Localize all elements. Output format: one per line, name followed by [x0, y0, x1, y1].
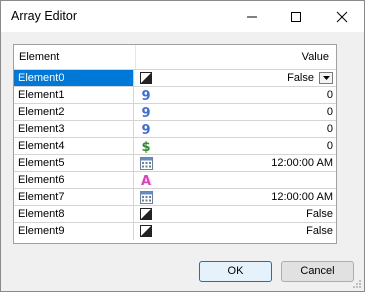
calendar-icon	[139, 156, 153, 170]
row-name-cell[interactable]: Element9	[14, 223, 134, 240]
row-value-cell[interactable]: False	[306, 206, 333, 222]
integer-icon: 9	[139, 105, 153, 119]
property-grid[interactable]: Element Value Element0 False Element1 9 0 Ele…	[13, 44, 337, 244]
grid-row[interactable]: Element4 $0	[14, 137, 336, 155]
grid-row[interactable]: Element9 False	[14, 222, 336, 240]
row-name-cell[interactable]: Element2	[14, 104, 134, 121]
row-value-cell[interactable]: 0	[327, 87, 333, 103]
window-title: Array Editor	[11, 9, 77, 23]
grid-row[interactable]: Element5 12:00:00 AM	[14, 154, 336, 172]
header-divider[interactable]	[135, 45, 136, 69]
row-name-cell[interactable]: Element6	[14, 172, 134, 189]
svg-text:9: 9	[141, 106, 150, 119]
integer-icon: 9	[139, 122, 153, 136]
grid-header: Element Value	[14, 45, 336, 69]
row-value-cell[interactable]: 0	[327, 121, 333, 137]
grid-row[interactable]: Element6 A	[14, 171, 336, 189]
boolean-icon	[139, 207, 153, 221]
close-icon	[336, 11, 348, 22]
maximize-button[interactable]	[274, 1, 318, 32]
svg-text:9: 9	[141, 89, 150, 102]
title-bar: Array Editor	[1, 1, 364, 32]
row-value-cell[interactable]: False	[306, 223, 333, 239]
row-value-cell[interactable]: 0	[327, 138, 333, 154]
resize-grip-icon[interactable]	[352, 279, 362, 289]
header-element: Element	[19, 51, 60, 63]
ok-button[interactable]: OK	[199, 261, 272, 282]
boolean-icon	[139, 71, 153, 85]
dropdown-button[interactable]	[319, 72, 333, 84]
integer-icon: 9	[139, 88, 153, 102]
minimize-button[interactable]	[230, 1, 274, 32]
row-name-cell[interactable]: Element7	[14, 189, 134, 206]
array-editor-window: Array Editor Element Value Element0 False…	[0, 0, 365, 292]
header-value: Value	[301, 51, 329, 63]
calendar-icon	[139, 190, 153, 204]
row-name-cell[interactable]: Element3	[14, 121, 134, 138]
boolean-icon	[139, 224, 153, 238]
svg-text:9: 9	[141, 123, 150, 136]
grid-row[interactable]: Element3 9 0	[14, 120, 336, 138]
grid-row[interactable]: Element2 9 0	[14, 103, 336, 121]
grid-row[interactable]: Element7 12:00:00 AM	[14, 188, 336, 206]
maximize-icon	[291, 11, 301, 22]
cancel-button[interactable]: Cancel	[281, 261, 354, 282]
svg-text:A: A	[141, 174, 151, 187]
string-icon: A	[139, 173, 153, 187]
row-name-cell[interactable]: Element0	[14, 70, 134, 87]
row-value-cell[interactable]: 12:00:00 AM	[271, 189, 333, 205]
row-value-cell[interactable]: 12:00:00 AM	[271, 155, 333, 171]
grid-row[interactable]: Element1 9 0	[14, 86, 336, 104]
row-name-cell[interactable]: Element1	[14, 87, 134, 104]
svg-text:$: $	[141, 140, 150, 153]
currency-icon: $	[139, 139, 153, 153]
row-name-cell[interactable]: Element8	[14, 206, 134, 223]
close-button[interactable]	[320, 1, 364, 32]
grid-row[interactable]: Element0 False	[14, 69, 336, 87]
grid-row[interactable]: Element8 False	[14, 205, 336, 223]
row-value-cell[interactable]: 0	[327, 104, 333, 120]
row-name-cell[interactable]: Element5	[14, 155, 134, 172]
minimize-icon	[247, 16, 257, 17]
chevron-down-icon	[322, 76, 330, 80]
row-value-cell[interactable]: False	[287, 70, 314, 86]
row-name-cell[interactable]: Element4	[14, 138, 134, 155]
